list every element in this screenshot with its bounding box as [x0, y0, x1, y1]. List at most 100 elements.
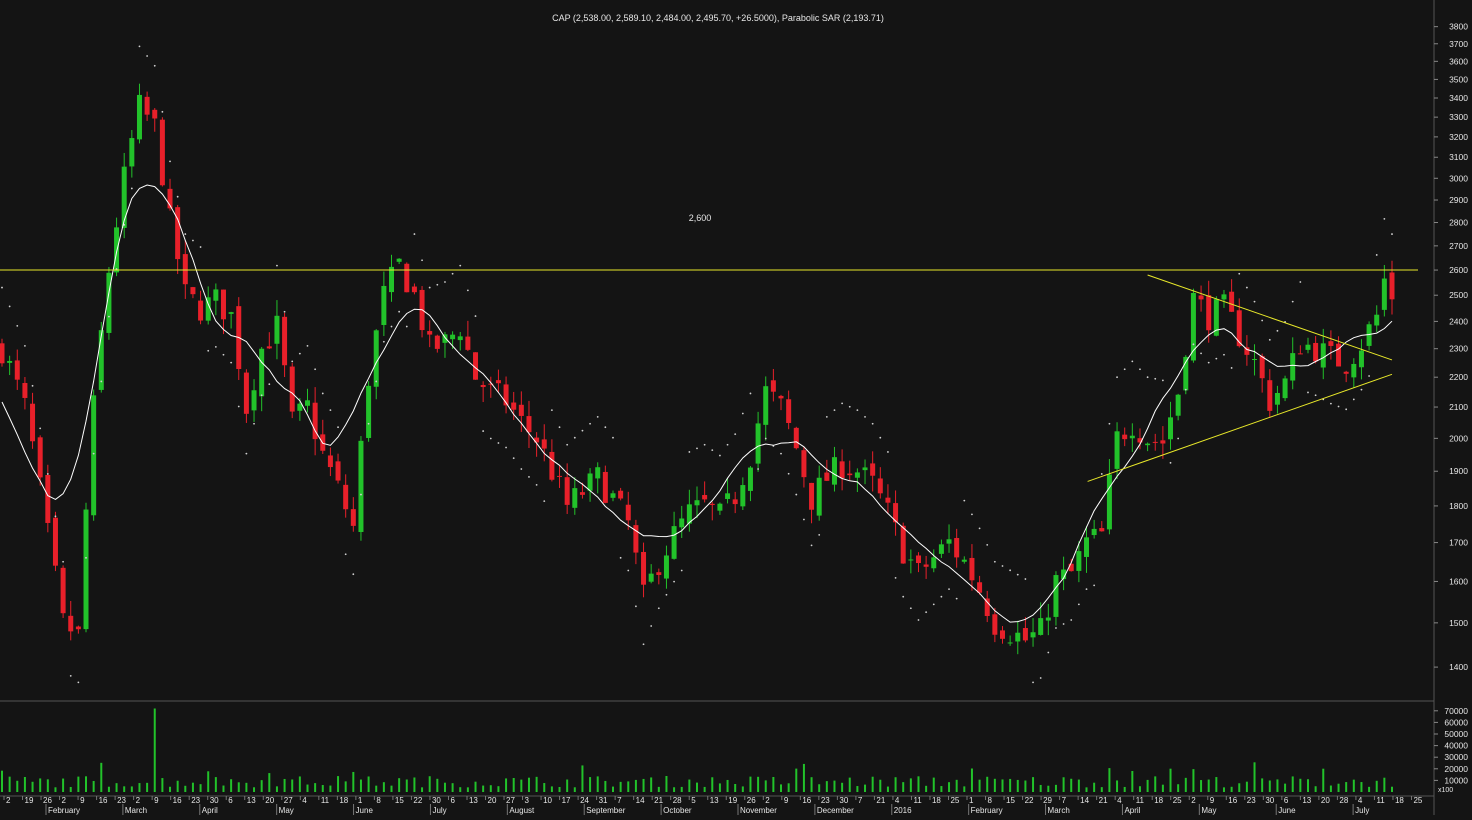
sar-dot — [1131, 360, 1134, 363]
candle-up — [1320, 343, 1326, 368]
sar-dot — [604, 426, 607, 429]
sar-dot — [543, 500, 546, 503]
price-tick-label: 2400 — [1449, 316, 1468, 326]
candle-down — [30, 403, 36, 442]
candle-down — [602, 471, 608, 503]
candle-down — [839, 461, 845, 479]
date-day-label: 16 — [802, 796, 811, 805]
date-month-label: June — [1278, 806, 1296, 815]
candle-up — [1358, 350, 1364, 368]
sar-dot — [31, 384, 34, 387]
candle-up — [610, 493, 616, 498]
sar-dot — [1345, 408, 1348, 411]
sar-dot — [833, 409, 836, 412]
candle-up — [274, 315, 280, 344]
sar-dot — [1368, 375, 1370, 377]
candle-up — [213, 289, 219, 301]
date-day-label: 2 — [136, 796, 141, 805]
candle-down — [526, 416, 532, 433]
candle-down — [0, 343, 5, 364]
sar-dot — [665, 593, 668, 596]
candle-up — [648, 573, 654, 582]
candle-down — [549, 451, 555, 480]
sar-dot — [963, 499, 966, 502]
candle-down — [1389, 272, 1395, 300]
sar-dot — [344, 553, 347, 556]
sar-dot — [390, 325, 393, 328]
price-tick-label: 3500 — [1449, 74, 1468, 84]
sar-dot — [657, 607, 660, 610]
sar-dot — [466, 289, 469, 292]
candle-down — [870, 463, 876, 476]
sar-dot — [451, 272, 454, 275]
sar-dot — [711, 449, 714, 452]
price-tick-label: 3200 — [1449, 132, 1468, 142]
candle-up — [1038, 618, 1044, 635]
candle-up — [304, 400, 310, 406]
sar-dot — [1116, 376, 1118, 379]
price-tick-label: 2800 — [1449, 218, 1468, 228]
sar-dot — [382, 340, 385, 343]
price-tick-label: 1500 — [1449, 618, 1468, 628]
date-day-label: 2 — [1191, 796, 1196, 805]
candle-down — [427, 331, 433, 335]
sar-dot — [1161, 379, 1164, 382]
candle-up — [816, 477, 822, 516]
volume-tick-label: 40000 — [1444, 741, 1468, 751]
date-day-label: 30 — [839, 796, 848, 805]
sar-dot — [619, 556, 622, 559]
candle-up — [679, 518, 685, 528]
sar-dot — [130, 187, 133, 190]
sar-dot — [589, 422, 591, 425]
candle-up — [136, 94, 142, 140]
candle-down — [335, 461, 341, 481]
candle-down — [511, 402, 517, 410]
date-day-label: 16 — [99, 796, 108, 805]
candle-up — [755, 423, 761, 464]
sar-dot — [146, 55, 149, 57]
sar-dot — [1230, 367, 1233, 369]
candle-up — [694, 500, 700, 506]
date-day-label: 14 — [636, 796, 645, 805]
date-day-label: 19 — [25, 796, 34, 805]
date-day-label: 27 — [506, 796, 515, 805]
date-day-label: 23 — [821, 796, 830, 805]
candle-down — [1229, 291, 1235, 312]
candle-up — [740, 485, 746, 507]
date-day-label: 19 — [728, 796, 737, 805]
candle-down — [480, 384, 486, 388]
date-day-label: 21 — [654, 796, 663, 805]
chart-canvas: CAP (2,538.00, 2,589.10, 2,484.00, 2,495… — [0, 0, 1472, 815]
sar-dot — [1123, 368, 1126, 371]
candle-up — [366, 385, 372, 438]
sar-dot — [69, 674, 72, 677]
sar-dot — [741, 412, 744, 415]
candle-down — [954, 538, 960, 558]
sar-dot — [428, 286, 431, 289]
date-day-label: 18 — [339, 796, 348, 805]
sar-dot — [260, 394, 263, 397]
price-tick-label: 1700 — [1449, 538, 1468, 548]
level-label: 2,600 — [689, 213, 712, 223]
candle-up — [938, 544, 944, 554]
sar-dot — [138, 45, 141, 48]
candle-up — [831, 457, 837, 485]
price-tick-label: 1800 — [1449, 501, 1468, 511]
candle-down — [1160, 440, 1166, 444]
sar-dot — [528, 476, 530, 478]
sar-dot — [230, 361, 233, 364]
date-month-label: February — [48, 806, 80, 815]
date-month-label: June — [356, 806, 374, 815]
candle-down — [984, 598, 990, 617]
candle-down — [999, 630, 1005, 639]
sar-dot — [841, 402, 844, 405]
volume-tick-label: 60000 — [1444, 717, 1468, 727]
sar-dot — [864, 415, 866, 418]
sar-dot — [237, 405, 240, 408]
candle-down — [198, 300, 204, 321]
candle-up — [587, 473, 593, 491]
sar-dot — [1169, 461, 1172, 464]
sar-dot — [688, 451, 691, 453]
sar-dot — [1055, 627, 1057, 629]
sar-dot — [62, 560, 64, 563]
